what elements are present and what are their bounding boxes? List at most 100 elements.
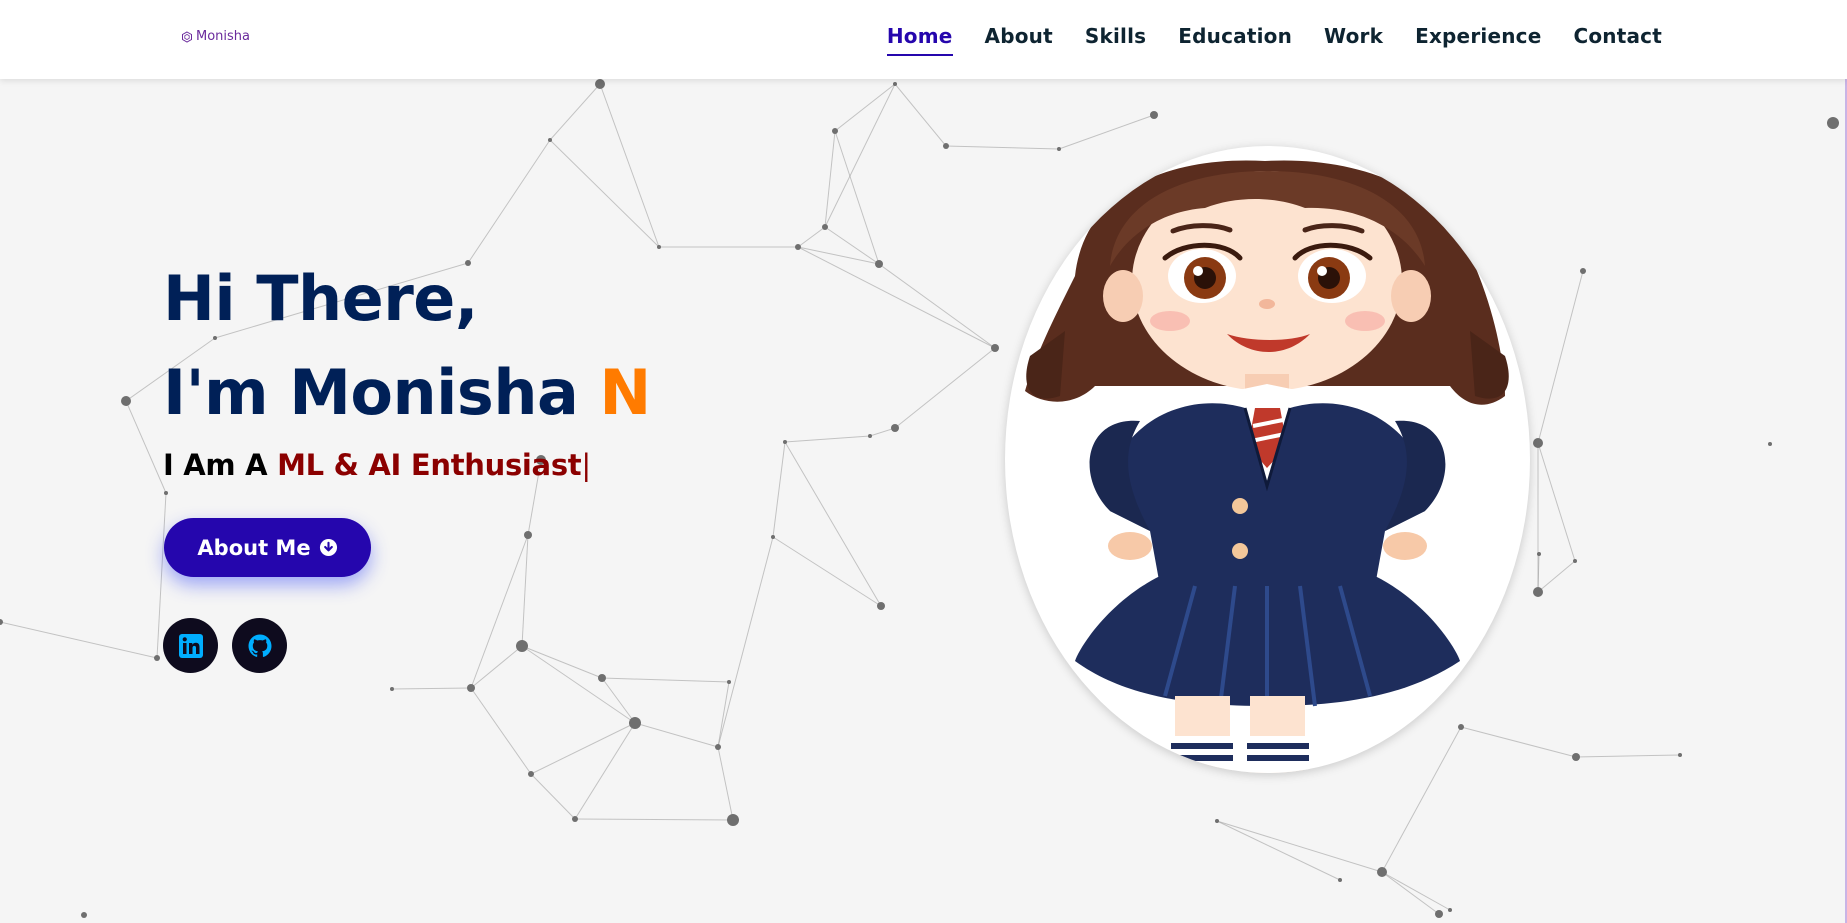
particle-node xyxy=(598,674,606,682)
particle-link xyxy=(717,746,734,821)
particle-link xyxy=(530,773,576,820)
particle-node xyxy=(868,434,872,438)
particle-node xyxy=(81,912,87,918)
particle-node xyxy=(528,771,534,777)
particle-link xyxy=(1381,871,1440,915)
particle-node xyxy=(822,224,828,230)
particle-node xyxy=(783,440,787,444)
particle-node xyxy=(524,531,532,539)
particle-link xyxy=(772,536,882,607)
particle-link xyxy=(1460,726,1577,758)
navbar: Monisha Home About Skills Education Work… xyxy=(0,0,1847,79)
particle-link xyxy=(1058,114,1155,150)
hero-intro: I'm Monisha N xyxy=(163,346,651,440)
logo-text: Monisha xyxy=(196,29,250,44)
nav-work[interactable]: Work xyxy=(1324,24,1383,56)
particle-link xyxy=(391,687,472,690)
particle-link xyxy=(0,621,158,659)
particle-node xyxy=(893,82,897,86)
typing-prefix: I Am A xyxy=(163,448,278,482)
particle-link xyxy=(599,83,660,248)
particle-node xyxy=(875,260,883,268)
particle-node xyxy=(595,79,605,89)
particle-link xyxy=(797,226,826,248)
linkedin-button[interactable] xyxy=(163,618,218,673)
particle-node xyxy=(1768,442,1772,446)
particle-link xyxy=(601,677,636,724)
particle-link xyxy=(601,677,730,683)
particle-link xyxy=(772,441,786,538)
site-logo[interactable]: Monisha xyxy=(181,29,250,44)
particle-node xyxy=(1435,910,1443,918)
particle-link xyxy=(467,139,551,264)
particle-link xyxy=(125,400,167,494)
particle-node xyxy=(0,619,3,625)
particle-node xyxy=(1573,559,1577,563)
typing-role: ML & AI Enthusiast xyxy=(277,448,582,482)
particle-node xyxy=(1537,552,1541,556)
particle-node xyxy=(832,128,838,134)
nav-education[interactable]: Education xyxy=(1178,24,1292,56)
nav-about[interactable]: About xyxy=(985,24,1053,56)
hero-text: Hi There, I'm Monisha N I Am A ML & AI E… xyxy=(163,252,651,482)
nav-menu: Home About Skills Education Work Experie… xyxy=(886,24,1662,56)
particle-node xyxy=(121,396,131,406)
particle-link xyxy=(549,139,660,248)
particle-node xyxy=(795,244,801,250)
nav-home[interactable]: Home xyxy=(886,24,953,56)
particle-node xyxy=(943,143,949,149)
particle-node xyxy=(1580,268,1586,274)
github-button[interactable] xyxy=(232,618,287,673)
hero-intro-initial: N xyxy=(599,356,651,429)
particle-link xyxy=(1381,871,1451,911)
particle-node xyxy=(877,602,885,610)
about-me-label: About Me xyxy=(197,535,311,560)
about-me-button[interactable]: About Me xyxy=(164,518,371,577)
nav-experience[interactable]: Experience xyxy=(1415,24,1541,56)
particle-link xyxy=(1381,726,1462,873)
particle-node xyxy=(629,717,641,729)
particle-node xyxy=(1458,724,1464,730)
particle-node xyxy=(1448,908,1452,912)
particle-link xyxy=(634,722,719,748)
particle-link xyxy=(470,687,532,775)
particle-link xyxy=(784,435,871,443)
nav-skills[interactable]: Skills xyxy=(1085,24,1146,56)
particle-node xyxy=(1572,753,1580,761)
logo-icon xyxy=(182,30,192,43)
particle-link xyxy=(574,818,734,821)
particle-link xyxy=(1537,560,1576,593)
particle-node xyxy=(1678,753,1682,757)
particle-node xyxy=(164,491,168,495)
particle-link xyxy=(1537,270,1584,444)
github-icon xyxy=(248,634,271,657)
particle-node xyxy=(771,535,775,539)
typing-cursor: | xyxy=(581,448,591,482)
particle-node xyxy=(1533,438,1543,448)
particle-link xyxy=(945,145,1060,150)
particle-node xyxy=(572,816,578,822)
particle-link xyxy=(717,536,774,748)
particle-link xyxy=(894,83,947,147)
typing-text: I Am A ML & AI Enthusiast| xyxy=(163,448,651,482)
particle-node xyxy=(548,138,552,142)
avatar-illustration xyxy=(1005,146,1530,773)
nav-contact[interactable]: Contact xyxy=(1573,24,1662,56)
particle-node xyxy=(715,744,721,750)
particle-node xyxy=(727,814,739,826)
particle-node xyxy=(516,640,528,652)
particle-link xyxy=(824,130,836,228)
particle-node xyxy=(1150,111,1158,119)
particle-node xyxy=(1057,147,1061,151)
social-links xyxy=(163,618,287,673)
particle-node xyxy=(727,680,731,684)
particle-node xyxy=(1215,819,1219,823)
particle-link xyxy=(1216,820,1341,881)
hero-intro-name: I'm Monisha xyxy=(163,356,600,429)
particle-node xyxy=(467,684,475,692)
particle-node xyxy=(1533,587,1543,597)
particle-link xyxy=(1575,754,1681,758)
arrow-circle-down-icon xyxy=(319,538,338,557)
particle-link xyxy=(784,441,882,607)
particle-link xyxy=(521,645,636,724)
